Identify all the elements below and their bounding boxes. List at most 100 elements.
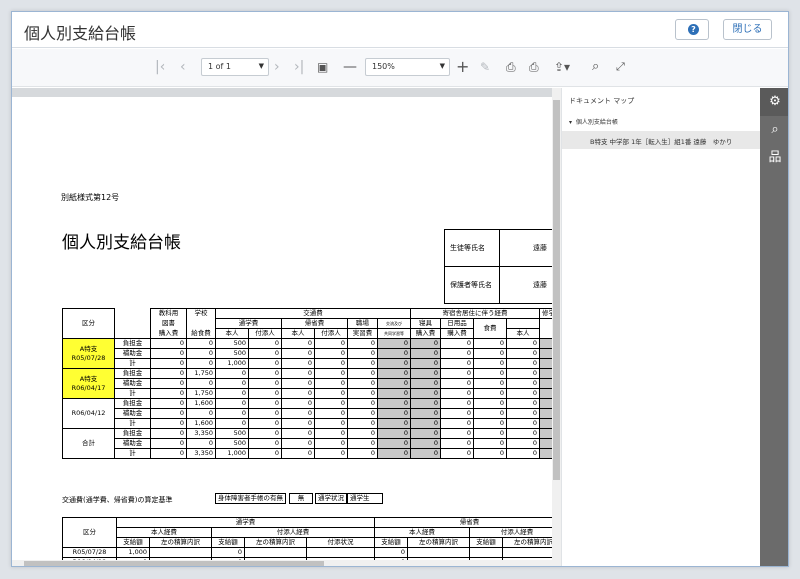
gear-icon[interactable]: ⚙: [767, 94, 783, 110]
header-kotsu-small: 交流及び: [376, 318, 412, 329]
guardian-name-label: 保護者等氏名: [444, 266, 500, 304]
table-cell: 0: [347, 368, 378, 379]
table-cell: 0: [281, 428, 315, 439]
table-cell: 0: [281, 448, 315, 459]
table-cell: 500: [215, 428, 249, 439]
fullscreen-icon[interactable]: ⤢: [616, 58, 625, 76]
group-label: A特支 R05/07/28: [62, 338, 115, 369]
header-kyodo-small: 共同学習等: [376, 328, 412, 339]
disability-label: 身体障害者手帳の有無: [215, 493, 286, 504]
zoom-out-icon[interactable]: —: [343, 58, 357, 76]
table-cell: 0: [376, 348, 412, 359]
first-page-icon[interactable]: |‹: [155, 58, 165, 76]
header-tsukisoi-2: 付添人: [314, 328, 348, 339]
table-cell: 0: [376, 418, 412, 429]
table-cell: 0: [248, 338, 282, 349]
header-kisei: 帰省費: [281, 318, 348, 329]
print-layout-icon[interactable]: ⎙: [529, 58, 539, 76]
help-button[interactable]: ?: [675, 19, 709, 40]
table-cell: 0: [347, 378, 378, 389]
document-map-icon[interactable]: 品: [767, 150, 783, 166]
table-cell: [407, 547, 471, 558]
edit-icon[interactable]: ✎: [480, 58, 490, 76]
form-number: 別紙様式第12号: [61, 193, 120, 202]
table-cell: 0: [440, 378, 475, 389]
bottom-uchiwake-1: 左の積算内訳: [149, 537, 212, 548]
table-cell: 500: [215, 438, 249, 449]
header-honnin-1: 本人: [215, 328, 249, 339]
table-cell: 0: [215, 378, 249, 389]
header-shokuba: 職場: [347, 318, 378, 329]
table-cell: 0: [410, 368, 442, 379]
zoom-in-icon[interactable]: +: [456, 58, 469, 76]
table-cell: 0: [347, 438, 378, 449]
table-cell: 0: [440, 408, 475, 419]
table-cell: 0: [506, 398, 541, 409]
table-cell: 0: [150, 388, 187, 399]
table-cell: 0: [410, 438, 442, 449]
report-viewer-window: 個人別支給台帳 ? 閉じる |‹ ‹ 1 of 1 ▼ › ›| ▣ — 150%…: [11, 11, 789, 567]
table-cell: 0: [376, 338, 412, 349]
table-cell: 0: [473, 338, 508, 349]
last-page-icon[interactable]: ›|: [294, 58, 304, 76]
table-cell: 0: [150, 398, 187, 409]
table-row: 補助金 0 0 500 0 0 0 0 0 0 0 0 0: [63, 348, 561, 359]
export-icon[interactable]: ⇪▾: [554, 58, 570, 76]
vertical-scrollbar[interactable]: [552, 88, 561, 566]
status-value: 通学生: [347, 493, 383, 504]
report-viewer-pane[interactable]: 別紙様式第12号 個人別支給台帳 生徒等氏名 遠藤 保護者等氏名 遠藤 区分 教…: [12, 88, 561, 566]
search-icon[interactable]: ⌕: [592, 58, 599, 76]
table-cell: 0: [314, 438, 348, 449]
table-cell: 0: [150, 378, 187, 389]
document-map-header: ドキュメント マップ: [569, 97, 635, 105]
table-row: 補助金 0 0 0 0 0 0 0 0 0 0 0 0: [63, 408, 561, 419]
table-cell: 0: [150, 358, 187, 369]
table-cell: 0: [186, 348, 216, 359]
multi-page-icon[interactable]: ▣: [317, 58, 328, 76]
table-cell: 0: [506, 388, 541, 399]
table-cell: 0: [281, 388, 315, 399]
next-page-icon[interactable]: ›: [274, 58, 280, 76]
horizontal-scrollbar[interactable]: [12, 560, 552, 566]
table-cell: 0: [186, 358, 216, 369]
table-cell: 0: [410, 408, 442, 419]
table-cell: 0: [440, 428, 475, 439]
table-cell: 0: [440, 438, 475, 449]
page-selector[interactable]: 1 of 1 ▼: [201, 58, 269, 76]
group-label: R06/04/12: [62, 398, 115, 429]
table-cell: 0: [440, 348, 475, 359]
zoom-selector[interactable]: 150% ▼: [365, 58, 450, 76]
table-cell: 0: [347, 448, 378, 459]
vertical-scroll-thumb[interactable]: [553, 100, 560, 480]
close-button[interactable]: 閉じる: [723, 19, 772, 40]
search-icon[interactable]: ⌕: [767, 122, 783, 138]
header-textbook: 教科用: [150, 308, 187, 319]
row-type: 負担金: [114, 368, 151, 379]
table-cell: 0: [314, 448, 348, 459]
header-spacer: [115, 309, 151, 339]
header-book: 図書: [150, 318, 187, 329]
table-cell: 0: [150, 428, 187, 439]
collapse-icon[interactable]: ▾: [569, 119, 572, 126]
disability-value: 無: [289, 493, 313, 504]
row-type: 負担金: [114, 428, 151, 439]
group-label-main: 合計: [82, 439, 95, 447]
table-cell: 0: [440, 418, 475, 429]
header-tsukisoi-1: 付添人: [248, 328, 282, 339]
table-cell: 0: [186, 438, 216, 449]
docmap-node-root[interactable]: ▾ 個人別支給台帳: [569, 117, 618, 126]
header-shokuhi: 食費: [473, 318, 508, 339]
window-title: 個人別支給台帳: [24, 24, 137, 43]
print-icon[interactable]: ⎙: [506, 58, 516, 76]
horizontal-scroll-thumb[interactable]: [24, 561, 324, 566]
table-cell: 0: [347, 408, 378, 419]
table-cell: 0: [374, 547, 409, 558]
table-cell: 0: [473, 418, 508, 429]
table-cell: 0: [347, 398, 378, 409]
docmap-node-student[interactable]: B特支 中学部 1年［転入生］組1番 遠藤 ゆかり: [562, 131, 761, 149]
prev-page-icon[interactable]: ‹: [180, 58, 186, 76]
table-row: R05/07/28 1,000 0 0: [62, 547, 561, 558]
header-kounyu-2: 購入費: [440, 328, 475, 339]
table-cell: 0: [186, 408, 216, 419]
row-type: 補助金: [114, 348, 151, 359]
